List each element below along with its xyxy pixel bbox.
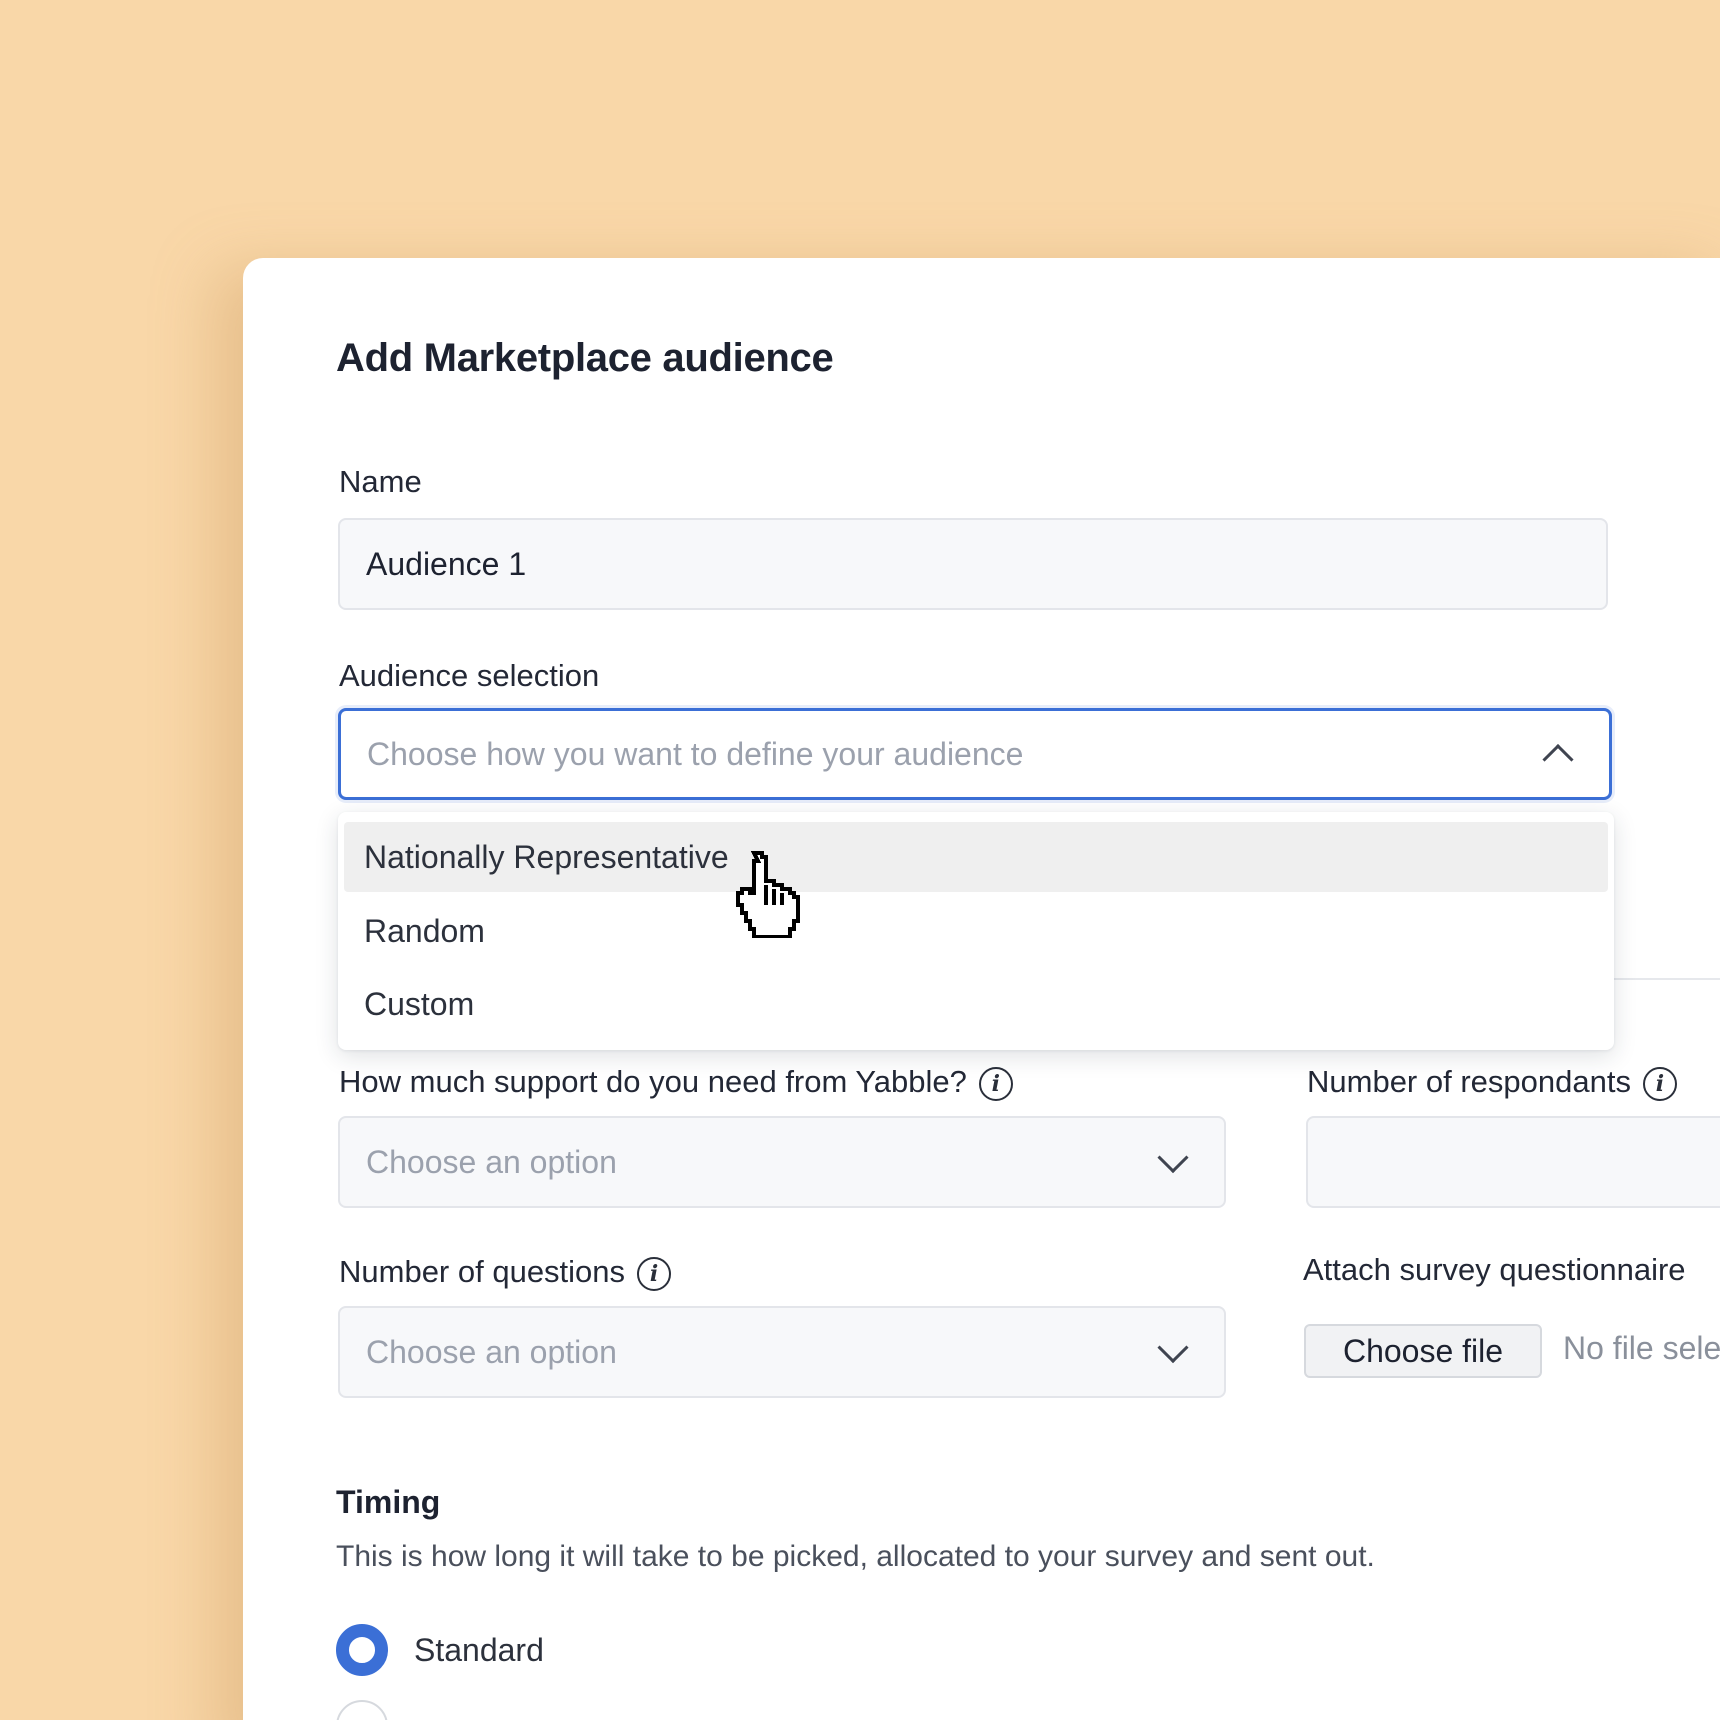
name-input-value: Audience 1	[366, 545, 527, 582]
name-input[interactable]: Audience 1	[338, 518, 1608, 610]
chevron-up-icon[interactable]	[1542, 743, 1574, 776]
file-status: No file sele	[1563, 1330, 1720, 1366]
timing-title: Timing	[336, 1484, 441, 1520]
questions-label-text: Number of questions	[339, 1254, 626, 1289]
attach-survey-label: Attach survey questionnaire	[1303, 1252, 1686, 1287]
timing-radio-standard[interactable]	[336, 1624, 388, 1676]
respondents-label-text: Number of respondants	[1307, 1064, 1631, 1099]
choose-file-button[interactable]: Choose file	[1304, 1324, 1542, 1378]
support-label-text: How much support do you need from Yabble…	[339, 1064, 967, 1099]
questions-label: Number of questions i	[339, 1254, 672, 1291]
audience-selection-label: Audience selection	[339, 658, 600, 693]
audience-dropdown-menu: Nationally Representative Random Custom	[338, 812, 1614, 1050]
info-icon[interactable]: i	[1642, 1066, 1677, 1101]
chevron-down-icon	[1157, 1332, 1189, 1364]
respondents-input[interactable]	[1306, 1116, 1720, 1208]
questions-placeholder: Choose an option	[366, 1333, 617, 1370]
info-icon[interactable]: i	[978, 1066, 1013, 1101]
dropdown-option-custom[interactable]: Custom	[344, 969, 1608, 1039]
audience-selection-placeholder: Choose how you want to define your audie…	[367, 735, 1024, 772]
hand-cursor-icon	[736, 851, 800, 938]
timing-option-label: Standard	[414, 1632, 544, 1668]
support-select[interactable]: Choose an option	[338, 1116, 1226, 1208]
dropdown-option-random[interactable]: Random	[344, 896, 1608, 966]
name-label: Name	[339, 464, 422, 499]
dialog-title: Add Marketplace audience	[336, 336, 834, 380]
support-placeholder: Choose an option	[366, 1143, 617, 1180]
dropdown-option-nationally-representative[interactable]: Nationally Representative	[344, 822, 1608, 892]
chevron-down-icon	[1157, 1142, 1189, 1174]
info-icon[interactable]: i	[637, 1256, 672, 1291]
audience-selection-select[interactable]: Choose how you want to define your audie…	[338, 708, 1612, 800]
questions-select[interactable]: Choose an option	[338, 1306, 1226, 1398]
timing-description: This is how long it will take to be pick…	[336, 1540, 1375, 1573]
respondents-label: Number of respondants i	[1307, 1064, 1677, 1101]
support-label: How much support do you need from Yabble…	[339, 1064, 1013, 1101]
